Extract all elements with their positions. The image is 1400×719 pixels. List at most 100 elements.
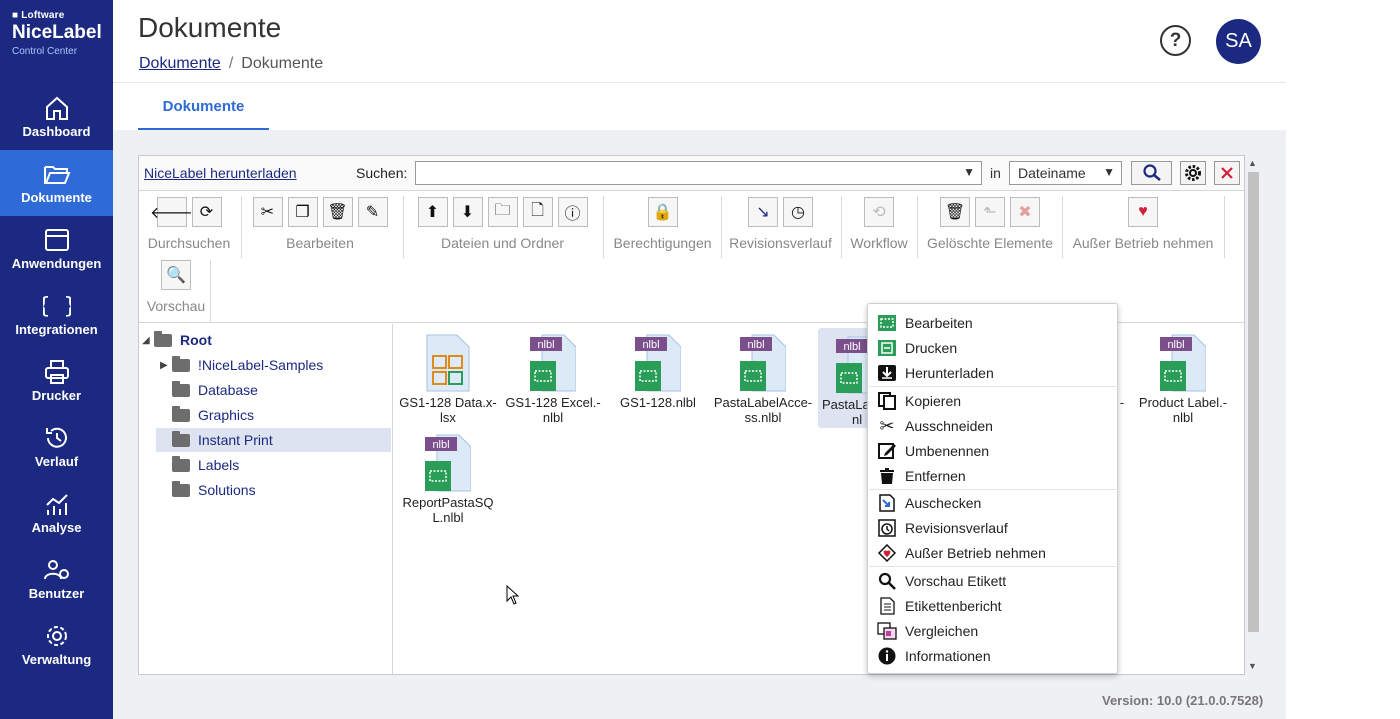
upload-button[interactable]: ⬆ <box>417 197 448 227</box>
ribbon-divider <box>721 196 722 258</box>
report-icon <box>876 596 898 616</box>
vertical-scrollbar[interactable]: ▲ ▼ <box>1246 155 1260 675</box>
sidebar-item-dokumente[interactable]: Dokumente <box>0 150 113 216</box>
purge-button[interactable]: ✖ <box>1010 197 1040 227</box>
sidebar: ■ Loftware NiceLabel Control Center Dash… <box>0 0 113 719</box>
expand-right-icon[interactable]: ▶ <box>160 360 172 371</box>
search-in-label: in <box>990 165 1001 181</box>
workflow-button[interactable]: ⟲ <box>864 197 894 227</box>
preview-button[interactable]: 🔍 <box>161 260 191 290</box>
workflow-icon: ⟲ <box>872 204 886 221</box>
search-button[interactable] <box>1131 161 1172 185</box>
ribbon-divider <box>603 196 604 258</box>
upload-icon: ⬆ <box>425 204 440 221</box>
search-label: Suchen: <box>356 165 408 181</box>
tree-node-solutions[interactable]: Solutions <box>160 478 256 502</box>
menu-item-drucken[interactable]: Drucken <box>876 336 1111 360</box>
menu-item-vorschau-etikett[interactable]: Vorschau Etikett <box>876 569 1111 593</box>
file-item[interactable]: nlbl Product Label.- nlbl <box>1130 326 1236 426</box>
tree-node-root[interactable]: ◢ Root <box>142 328 212 352</box>
menu-item-informationen[interactable]: Informationen <box>876 644 1111 668</box>
braces-icon: { } <box>43 294 71 319</box>
permissions-button[interactable]: 🔒 <box>647 197 678 227</box>
rename-icon <box>876 441 898 461</box>
scroll-up-icon[interactable]: ▲ <box>1248 158 1257 168</box>
file-item[interactable]: nlbl ReportPastaSQ L.nlbl <box>395 426 501 526</box>
clock-icon: ◷ <box>791 204 805 221</box>
nlbl-file-icon: nlbl <box>740 334 786 392</box>
sidebar-item-verwaltung[interactable]: Verwaltung <box>0 612 113 678</box>
recycle-bin-button[interactable]: 🗑 <box>940 197 970 227</box>
tree-node-graphics[interactable]: Graphics <box>160 403 254 427</box>
new-folder-button[interactable]: 🗀 <box>487 197 518 227</box>
menu-item-umbenennen[interactable]: Umbenennen <box>876 439 1111 463</box>
menu-item-etikettenbericht[interactable]: Etikettenbericht <box>876 594 1111 618</box>
menu-item-kopieren[interactable]: Kopieren <box>876 389 1111 413</box>
file-item-selected[interactable]: nlbl PastaLa nl <box>818 328 870 428</box>
brand-company: ■ Loftware <box>12 10 65 21</box>
tree-node-instant-print[interactable]: Instant Print <box>156 428 391 452</box>
file-item-partial[interactable]: - <box>1117 326 1127 426</box>
menu-item-label: Außer Betrieb nehmen <box>905 545 1046 561</box>
ribbon-divider <box>241 196 242 258</box>
ribbon-group-label: Vorschau <box>146 298 206 314</box>
sidebar-item-drucker[interactable]: Drucker <box>0 348 113 414</box>
delete-button[interactable]: 🗑 <box>322 197 353 227</box>
ribbon-divider <box>210 260 211 322</box>
download-button[interactable]: ⬇ <box>452 197 483 227</box>
chevron-down-icon: ▼ <box>1103 165 1115 179</box>
sidebar-item-integrationen[interactable]: { } Integrationen <box>0 282 113 348</box>
expand-down-icon[interactable]: ◢ <box>142 335 154 346</box>
tree-node-database[interactable]: Database <box>160 378 258 402</box>
menu-item-bearbeiten[interactable]: Bearbeiten <box>876 311 1111 335</box>
file-item[interactable]: GS1-128 Data.x-lsx <box>395 326 501 426</box>
sidebar-item-verlauf[interactable]: Verlauf <box>0 414 113 480</box>
help-button[interactable]: ? <box>1160 25 1191 56</box>
breadcrumb-link-dokumente[interactable]: Dokumente <box>139 55 221 72</box>
restore-button[interactable]: ⬑ <box>975 197 1005 227</box>
scroll-down-icon[interactable]: ▼ <box>1248 661 1257 671</box>
retire-button[interactable]: ♥ <box>1128 197 1158 227</box>
rename-button[interactable]: ✎ <box>357 197 388 227</box>
scrollbar-thumb[interactable] <box>1248 172 1259 632</box>
download-icon <box>876 363 898 383</box>
menu-item-ausser-betrieb[interactable]: Außer Betrieb nehmen <box>876 541 1111 565</box>
tree-node-nicelabel-samples[interactable]: ▶ !NiceLabel-Samples <box>160 353 323 377</box>
file-name: PastaLabelAcce-ss.nlbl <box>713 395 813 425</box>
folder-icon <box>172 380 190 397</box>
new-folder-icon: 🗀 <box>494 201 511 219</box>
menu-item-herunterladen[interactable]: Herunterladen <box>876 361 1111 385</box>
file-item[interactable]: nlbl GS1-128 Excel.- nlbl <box>500 326 606 426</box>
clear-search-button[interactable] <box>1214 161 1240 185</box>
new-file-button[interactable]: 🗋 <box>522 197 553 227</box>
checkout-button[interactable]: ↘ <box>748 197 778 227</box>
back-button[interactable]: 🡐 <box>150 197 193 227</box>
sidebar-item-dashboard[interactable]: Dashboard <box>0 84 113 150</box>
tree-node-labels[interactable]: Labels <box>160 453 239 477</box>
search-settings-button[interactable] <box>1180 161 1206 185</box>
avatar[interactable]: SA <box>1216 19 1261 64</box>
copy-button[interactable]: ❐ <box>287 197 318 227</box>
menu-item-vergleichen[interactable]: Vergleichen <box>876 619 1111 643</box>
sidebar-item-anwendungen[interactable]: Anwendungen <box>0 216 113 282</box>
file-badge: nlbl <box>432 439 449 451</box>
revision-history-button[interactable]: ◷ <box>783 197 813 227</box>
menu-item-ausschneiden[interactable]: ✂ Ausschneiden <box>876 414 1111 438</box>
download-nicelabel-link[interactable]: NiceLabel herunterladen <box>144 165 297 181</box>
menu-item-label: Etikettenbericht <box>905 598 1002 614</box>
menu-item-auschecken[interactable]: Auschecken <box>876 491 1111 515</box>
info-button[interactable]: ⓘ <box>557 197 588 227</box>
sidebar-item-analyse[interactable]: Analyse <box>0 480 113 546</box>
sidebar-item-benutzer[interactable]: Benutzer <box>0 546 113 612</box>
tab-dokumente[interactable]: Dokumente <box>138 84 269 130</box>
file-item[interactable]: nlbl PastaLabelAcce-ss.nlbl <box>710 326 816 426</box>
refresh-button[interactable]: ⟳ <box>191 197 222 227</box>
search-input[interactable]: ▼ <box>415 161 982 185</box>
nlbl-file-icon: nlbl <box>635 334 681 392</box>
search-field-select[interactable]: Dateiname ▼ <box>1009 161 1122 185</box>
chevron-down-icon[interactable]: ▼ <box>963 165 975 179</box>
cut-button[interactable]: ✂ <box>252 197 283 227</box>
menu-item-entfernen[interactable]: Entfernen <box>876 464 1111 488</box>
file-item[interactable]: nlbl GS1-128.nlbl <box>605 326 711 426</box>
menu-item-revisionsverlauf[interactable]: Revisionsverlauf <box>876 516 1111 540</box>
